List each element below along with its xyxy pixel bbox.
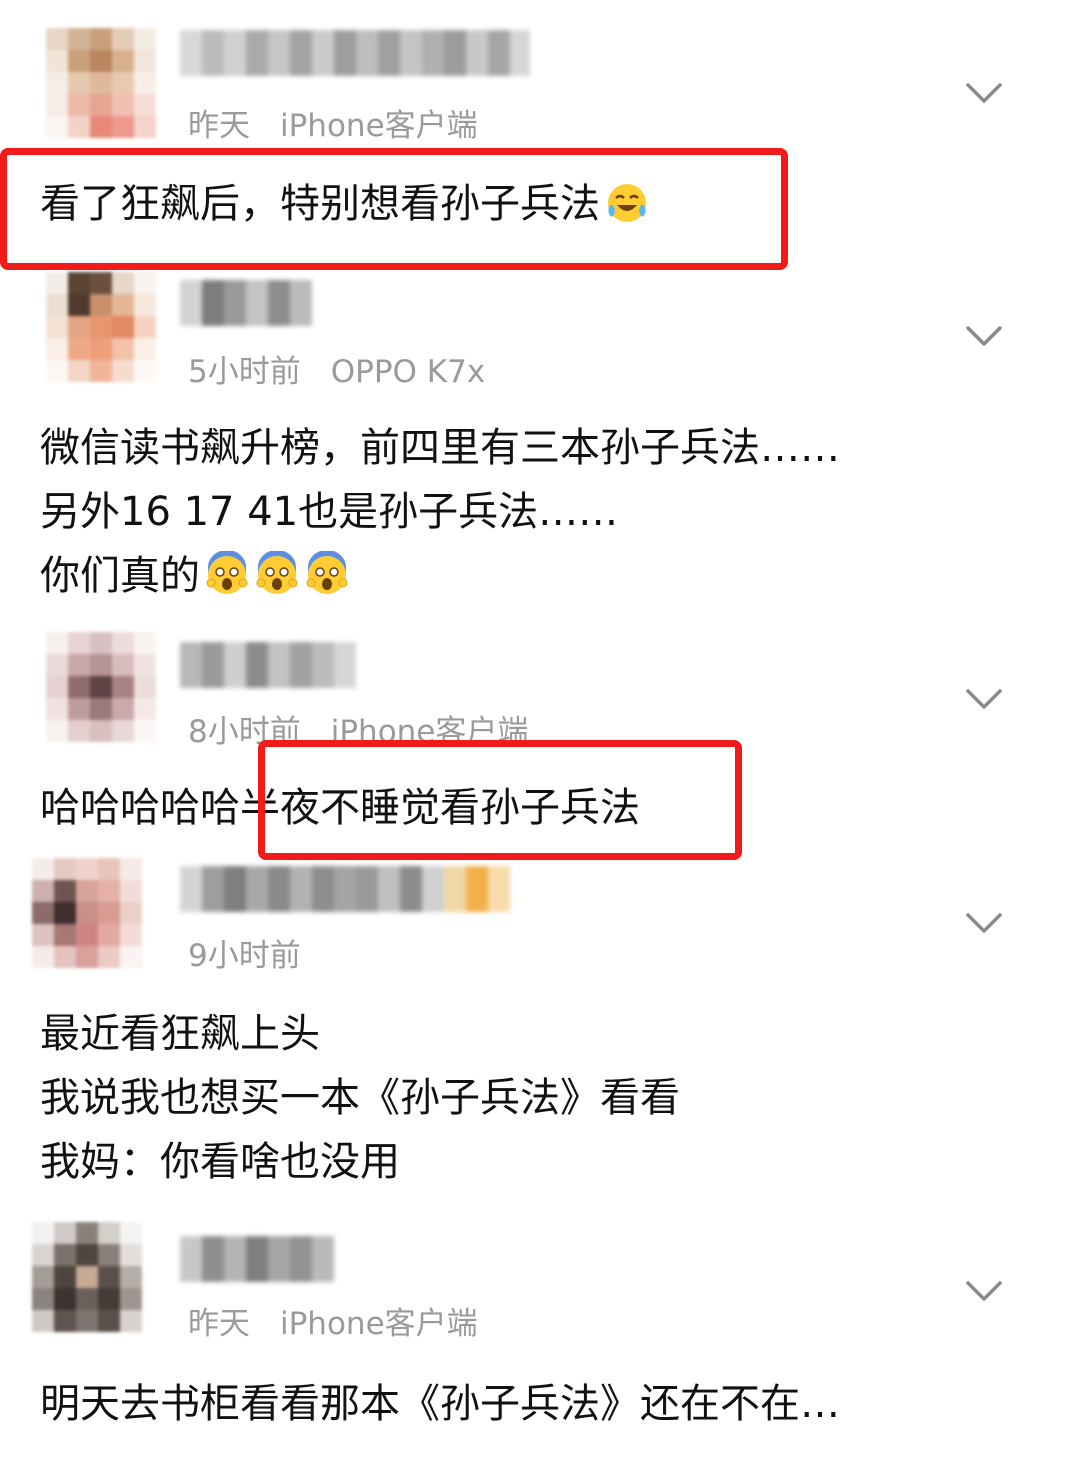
highlight-box [258,740,742,860]
comment-time: 昨天 [188,108,250,144]
avatar[interactable] [46,272,156,382]
username[interactable] [180,30,530,76]
comment-line: 微信读书飙升榜，前四里有三本孙子兵法…… [40,425,840,471]
comment-meta: 昨天 iPhone客户端 [188,1298,478,1343]
comment-line: 我妈：你看啥也没用 [40,1139,400,1185]
comment-text: 明天去书柜看看那本《孙子兵法》还在不在… [40,1372,840,1436]
comment-device: OPPO K7x [330,354,486,390]
screaming-face-emoji [256,551,298,594]
chevron-down-icon[interactable] [964,910,1004,936]
comment-meta: 昨天 iPhone客户端 [188,100,478,145]
username[interactable] [180,280,316,326]
comment-text: 微信读书飙升榜，前四里有三本孙子兵法…… 另外16 17 41也是孙子兵法…… … [40,416,840,608]
chevron-down-icon[interactable] [964,323,1004,349]
chevron-down-icon[interactable] [964,686,1004,712]
comment-meta: 9小时前 [188,930,301,975]
comment-device: iPhone客户端 [280,108,478,144]
comment-line: 你们真的 [40,553,200,599]
chevron-down-icon[interactable] [964,1278,1004,1304]
comment-line: 另外16 17 41也是孙子兵法…… [40,489,619,535]
username[interactable] [180,866,510,912]
comment-time: 5小时前 [188,354,301,390]
comment-line: 最近看狂飙上头 [40,1011,320,1057]
comment-meta: 5小时前 OPPO K7x [188,346,485,391]
screaming-face-emoji [306,551,348,594]
comment-line: 明天去书柜看看那本《孙子兵法》还在不在… [40,1381,840,1427]
avatar[interactable] [32,858,142,968]
username[interactable] [180,642,360,688]
username[interactable] [180,1236,346,1282]
screaming-face-emoji [206,551,248,594]
avatar[interactable] [32,1222,142,1332]
comment-text: 最近看狂飙上头 我说我也想买一本《孙子兵法》看看 我妈：你看啥也没用 [40,1002,680,1194]
avatar[interactable] [46,28,156,138]
chevron-down-icon[interactable] [964,80,1004,106]
comment-line: 我说我也想买一本《孙子兵法》看看 [40,1075,680,1121]
avatar[interactable] [46,632,156,742]
comment-time: 昨天 [188,1306,250,1342]
comment-time: 9小时前 [188,938,301,974]
comment-device: iPhone客户端 [280,1306,478,1342]
highlight-box [0,148,788,270]
